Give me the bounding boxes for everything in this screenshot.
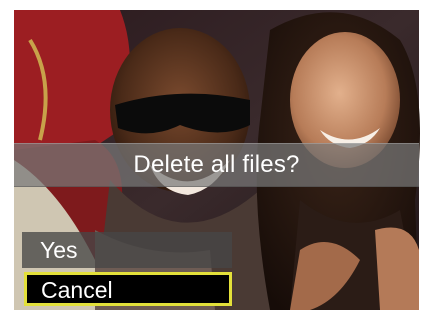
option-cancel[interactable]: Cancel: [24, 272, 232, 306]
prompt-bar: Delete all files?: [14, 143, 419, 187]
camera-lcd-screen: Delete all files? Yes Cancel: [0, 0, 433, 318]
prompt-text: Delete all files?: [133, 151, 300, 178]
option-yes-label: Yes: [40, 237, 78, 263]
option-yes[interactable]: Yes: [22, 232, 232, 268]
option-cancel-label: Cancel: [41, 277, 113, 303]
